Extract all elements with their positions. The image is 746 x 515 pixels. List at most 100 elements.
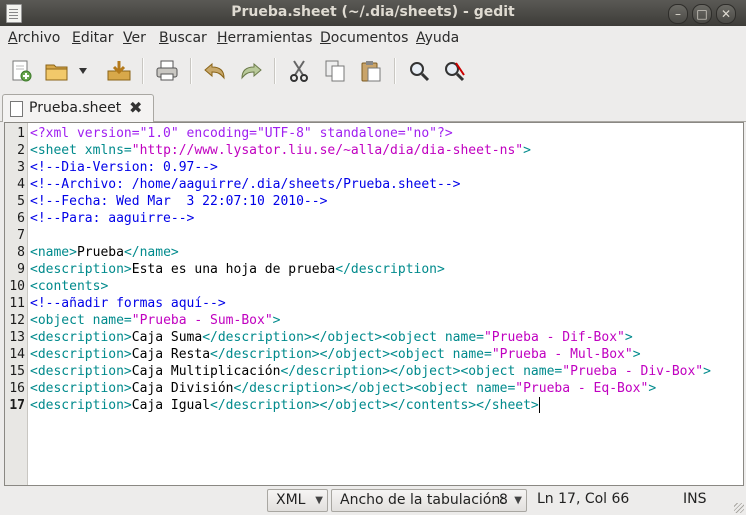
code-line[interactable]: <!--Para: aaguirre-->: [30, 210, 194, 227]
code-token: </description></object><object: [210, 347, 453, 362]
find-icon[interactable]: [404, 56, 434, 86]
code-line[interactable]: <description>Caja Suma</description></ob…: [30, 329, 633, 346]
cut-icon[interactable]: [284, 56, 314, 86]
resize-grip-icon[interactable]: [734, 503, 744, 513]
code-line[interactable]: <name>Prueba</name>: [30, 244, 179, 261]
paste-icon[interactable]: [356, 56, 386, 86]
code-token: <!--añadir formas aquí-->: [30, 296, 226, 311]
code-token: name=: [452, 347, 492, 362]
code-token: <description>: [30, 330, 132, 345]
tab-width-label: Ancho de la tabulación:: [340, 492, 505, 508]
menu-documentos[interactable]: Documentos: [320, 30, 408, 46]
dropdown-arrow-icon: ▼: [514, 495, 522, 506]
minimize-button[interactable]: –: [668, 4, 688, 24]
toolbar-separator: [274, 58, 276, 84]
code-token: name=: [523, 364, 563, 379]
code-token: >: [523, 143, 531, 158]
code-token: >: [632, 347, 641, 362]
code-line[interactable]: <!--añadir formas aquí-->: [30, 295, 226, 312]
code-token: Caja Multiplicación: [131, 364, 281, 379]
toolbar-separator: [394, 58, 396, 84]
save-icon[interactable]: [104, 56, 134, 86]
code-line[interactable]: <!--Archivo: /home/aaguirre/.dia/sheets/…: [30, 176, 460, 193]
line-number: 3: [17, 160, 25, 175]
new-document-icon[interactable]: [6, 56, 36, 86]
tab-width-selector[interactable]: Ancho de la tabulación: 8 ▼: [331, 489, 527, 512]
line-number: 5: [17, 194, 25, 209]
language-selector[interactable]: XML ▼: [267, 489, 328, 512]
line-number: 12: [9, 313, 25, 328]
code-line[interactable]: <description>Caja Multiplicación</descri…: [30, 363, 711, 380]
tab-close-icon[interactable]: ✖: [129, 98, 142, 117]
toolbar-separator: [142, 58, 144, 84]
gedit-window: Prueba.sheet (~/.dia/sheets) - gedit – □…: [0, 0, 746, 515]
code-token: Caja Resta: [131, 347, 211, 362]
print-icon[interactable]: [152, 56, 182, 86]
dropdown-arrow-icon: ▼: [315, 495, 323, 506]
code-token: <name>: [30, 245, 77, 260]
menu-archivo[interactable]: Archivo: [8, 30, 60, 46]
code-line[interactable]: <description>Caja Resta</description></o…: [30, 346, 641, 363]
code-token: >: [624, 330, 633, 345]
redo-icon[interactable]: [236, 56, 266, 86]
code-line[interactable]: <!--Dia-Version: 0.97-->: [30, 159, 218, 176]
insert-mode: INS: [683, 491, 707, 507]
maximize-button[interactable]: □: [692, 4, 712, 24]
line-number: 11: [9, 296, 25, 311]
toolbar-separator: [190, 58, 192, 84]
line-number: 8: [17, 245, 25, 260]
line-number: 14: [9, 347, 25, 362]
menu-ayuda[interactable]: Ayuda: [416, 30, 459, 46]
code-token: Caja Suma: [131, 330, 203, 345]
tab-width-value: 8: [499, 492, 508, 508]
code-token: Caja Igual: [131, 398, 211, 413]
line-number: 2: [17, 143, 25, 158]
line-number: 9: [17, 262, 25, 277]
code-token: </description>: [335, 262, 445, 277]
code-token: "Prueba - Dif-Box": [483, 330, 625, 345]
code-token: name=: [476, 381, 516, 396]
find-replace-icon[interactable]: [440, 56, 470, 86]
line-number: 15: [9, 364, 25, 379]
line-number: 17: [9, 398, 25, 413]
code-token: <description>: [30, 347, 132, 362]
code-line[interactable]: <description>Esta es una hoja de prueba<…: [30, 261, 445, 278]
menu-herramientas[interactable]: Herramientas: [217, 30, 312, 46]
code-token: <?xml version="1.0" encoding="UTF-8" sta…: [30, 126, 453, 141]
code-token: >: [703, 364, 711, 379]
code-line[interactable]: <object name="Prueba - Sum-Box">: [30, 312, 280, 329]
code-token: <description>: [30, 262, 132, 277]
code-token: Esta es una hoja de prueba: [131, 262, 336, 277]
code-token: Caja División: [131, 381, 234, 396]
close-button[interactable]: ✕: [716, 4, 736, 24]
menu-ver[interactable]: Ver: [123, 30, 146, 46]
line-number: 13: [9, 330, 25, 345]
text-cursor: [539, 397, 540, 413]
code-line[interactable]: <sheet xmlns="http://www.lysator.liu.se/…: [30, 142, 531, 159]
open-dropdown-icon[interactable]: [74, 56, 92, 86]
text-editor[interactable]: 1 2 3 4 5 6 7 8 9 10 11 12 13 14 15 16 17 <?xml version=…: [4, 122, 744, 486]
open-icon[interactable]: [42, 56, 72, 86]
code-line[interactable]: <!--Fecha: Wed Mar 3 22:07:10 2010-->: [30, 193, 327, 210]
menu-buscar[interactable]: Buscar: [159, 30, 207, 46]
code-token: "http://www.lysator.liu.se/~alla/dia/dia…: [131, 143, 524, 158]
code-token: <object: [30, 313, 93, 328]
tab-prueba-sheet[interactable]: Prueba.sheet ✖: [2, 94, 154, 122]
code-line[interactable]: <?xml version="1.0" encoding="UTF-8" sta…: [30, 125, 453, 142]
undo-icon[interactable]: [200, 56, 230, 86]
code-token: <!--Fecha: Wed Mar 3 22:07:10 2010-->: [30, 194, 328, 209]
cursor-position: Ln 17, Col 66: [537, 491, 630, 507]
title-bar[interactable]: Prueba.sheet (~/.dia/sheets) - gedit – □…: [0, 0, 746, 26]
line-number: 6: [17, 211, 25, 226]
copy-icon[interactable]: [320, 56, 350, 86]
language-label: XML: [276, 492, 306, 508]
code-token: xmlns=: [84, 143, 132, 158]
code-line[interactable]: <contents>: [30, 278, 108, 295]
code-line[interactable]: <description>Caja División</description>…: [30, 380, 656, 397]
line-number: 16: [9, 381, 25, 396]
code-token: name=: [92, 313, 132, 328]
menu-editar[interactable]: Editar: [72, 30, 113, 46]
code-line[interactable]: <description>Caja Igual</description></o…: [30, 397, 539, 414]
code-token: "Prueba - Div-Box": [562, 364, 704, 379]
code-token: </description></object><object: [280, 364, 524, 379]
